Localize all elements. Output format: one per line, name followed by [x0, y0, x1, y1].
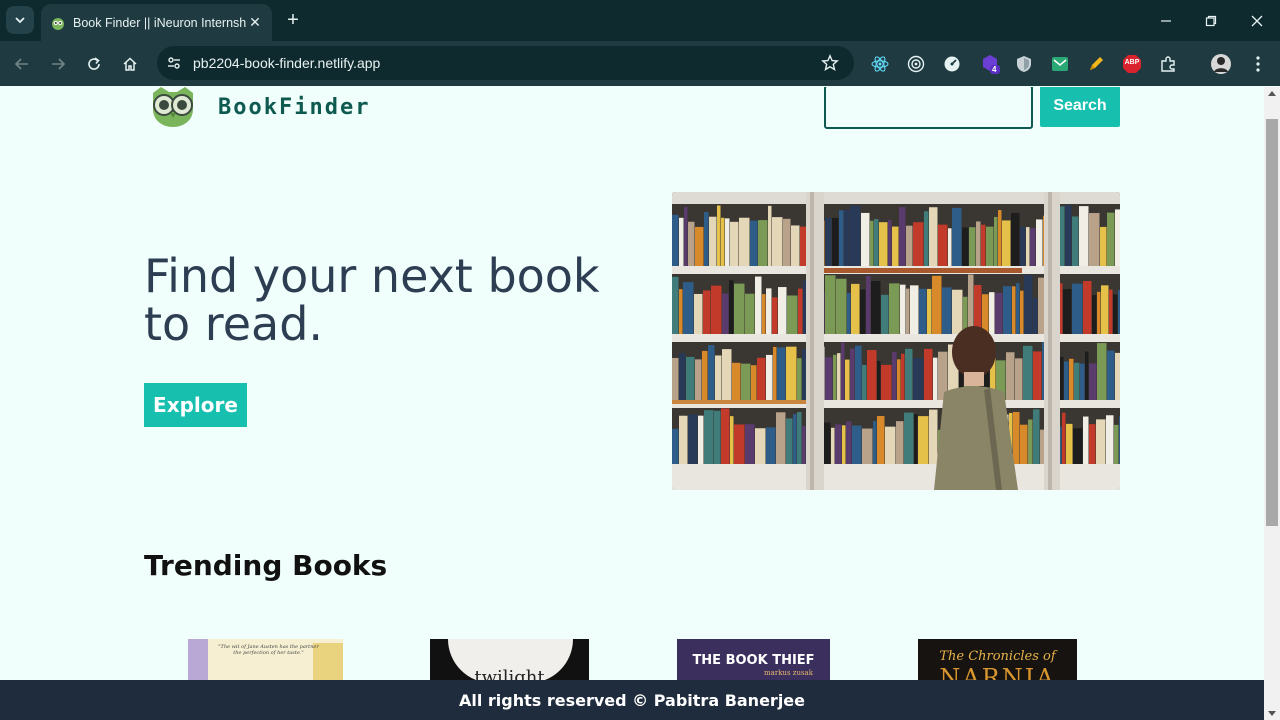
search-input[interactable]	[824, 87, 1033, 129]
profile-avatar[interactable]	[1210, 53, 1232, 75]
pen-extension-icon[interactable]	[1085, 53, 1107, 75]
hero-bookshelf-image	[672, 192, 1120, 490]
url-text[interactable]: pb2204-book-finder.netlify.app	[193, 55, 380, 71]
book-cover-pride-and-prejudice[interactable]: "The wit of Jane Austen has the partner …	[188, 639, 343, 683]
tab-search-button[interactable]	[6, 6, 34, 34]
minimize-icon[interactable]	[1155, 10, 1177, 32]
page-viewport: BookFinder Search Find your next book to…	[0, 87, 1264, 720]
book-cover-chronicles-of-narnia[interactable]: The Chronicles of NARNIA	[918, 639, 1077, 683]
bookmark-star-icon[interactable]	[820, 53, 840, 73]
browser-tab-bar: Book Finder || iNeuron Internship ✕ +	[0, 0, 1280, 41]
react-devtools-icon[interactable]	[869, 53, 891, 75]
abp-label: ABP	[1124, 59, 1140, 66]
adblock-plus-icon[interactable]: ABP	[1121, 53, 1143, 75]
chevron-down-icon	[15, 17, 25, 24]
back-arrow-icon[interactable]	[10, 52, 34, 76]
footer: All rights reserved © Pabitra Banerjee	[0, 680, 1264, 720]
search-button[interactable]: Search	[1040, 87, 1120, 127]
brand-name[interactable]: BookFinder	[218, 95, 370, 120]
trending-books-title: Trending Books	[144, 549, 388, 582]
page-scrollbar[interactable]	[1264, 87, 1280, 720]
book-cover-twilight[interactable]: twilight	[430, 639, 589, 683]
owl-favicon-icon	[51, 16, 65, 30]
address-bar[interactable]: pb2204-book-finder.netlify.app	[157, 46, 854, 80]
browser-toolbar: pb2204-book-finder.netlify.app 4 ABP	[0, 41, 1280, 86]
purple-extension-icon[interactable]: 4	[979, 53, 1001, 75]
book-cover-subtext: markus zusak	[764, 669, 813, 677]
book-cover-text: THE BOOK THIEF	[692, 653, 815, 668]
scroll-down-arrow-icon[interactable]	[1268, 711, 1276, 716]
more-menu-icon[interactable]	[1247, 53, 1269, 75]
restore-icon[interactable]	[1200, 10, 1222, 32]
explore-button[interactable]: Explore	[144, 383, 247, 427]
owl-logo-icon[interactable]	[149, 87, 197, 127]
mail-extension-icon[interactable]	[1049, 53, 1071, 75]
scrollbar-thumb[interactable]	[1266, 119, 1278, 526]
home-icon[interactable]	[118, 52, 142, 76]
target-extension-icon[interactable]	[905, 53, 927, 75]
footer-copyright: All rights reserved © Pabitra Banerjee	[458, 690, 805, 710]
new-tab-plus-icon[interactable]: +	[282, 9, 304, 31]
extension-badge-count: 4	[992, 65, 997, 74]
book-cover-text: The Chronicles of	[939, 649, 1056, 664]
shield-icon[interactable]	[1013, 53, 1035, 75]
site-settings-icon[interactable]	[165, 54, 183, 72]
book-cover-text: "The wit of Jane Austen has the partner …	[218, 644, 319, 656]
tab-close-icon[interactable]: ✕	[246, 14, 264, 31]
extensions-puzzle-icon[interactable]	[1157, 53, 1179, 75]
speed-gauge-icon[interactable]	[941, 53, 963, 75]
browser-tab-active[interactable]: Book Finder || iNeuron Internship ✕	[41, 4, 272, 41]
close-window-icon[interactable]	[1246, 10, 1268, 32]
hero-title: Find your next book to read.	[144, 249, 600, 351]
forward-arrow-icon[interactable]	[46, 52, 70, 76]
book-cover-the-book-thief[interactable]: THE BOOK THIEF markus zusak	[677, 639, 830, 683]
scroll-up-arrow-icon[interactable]	[1268, 91, 1276, 96]
reload-icon[interactable]	[82, 52, 106, 76]
tab-title: Book Finder || iNeuron Internship	[73, 15, 246, 30]
